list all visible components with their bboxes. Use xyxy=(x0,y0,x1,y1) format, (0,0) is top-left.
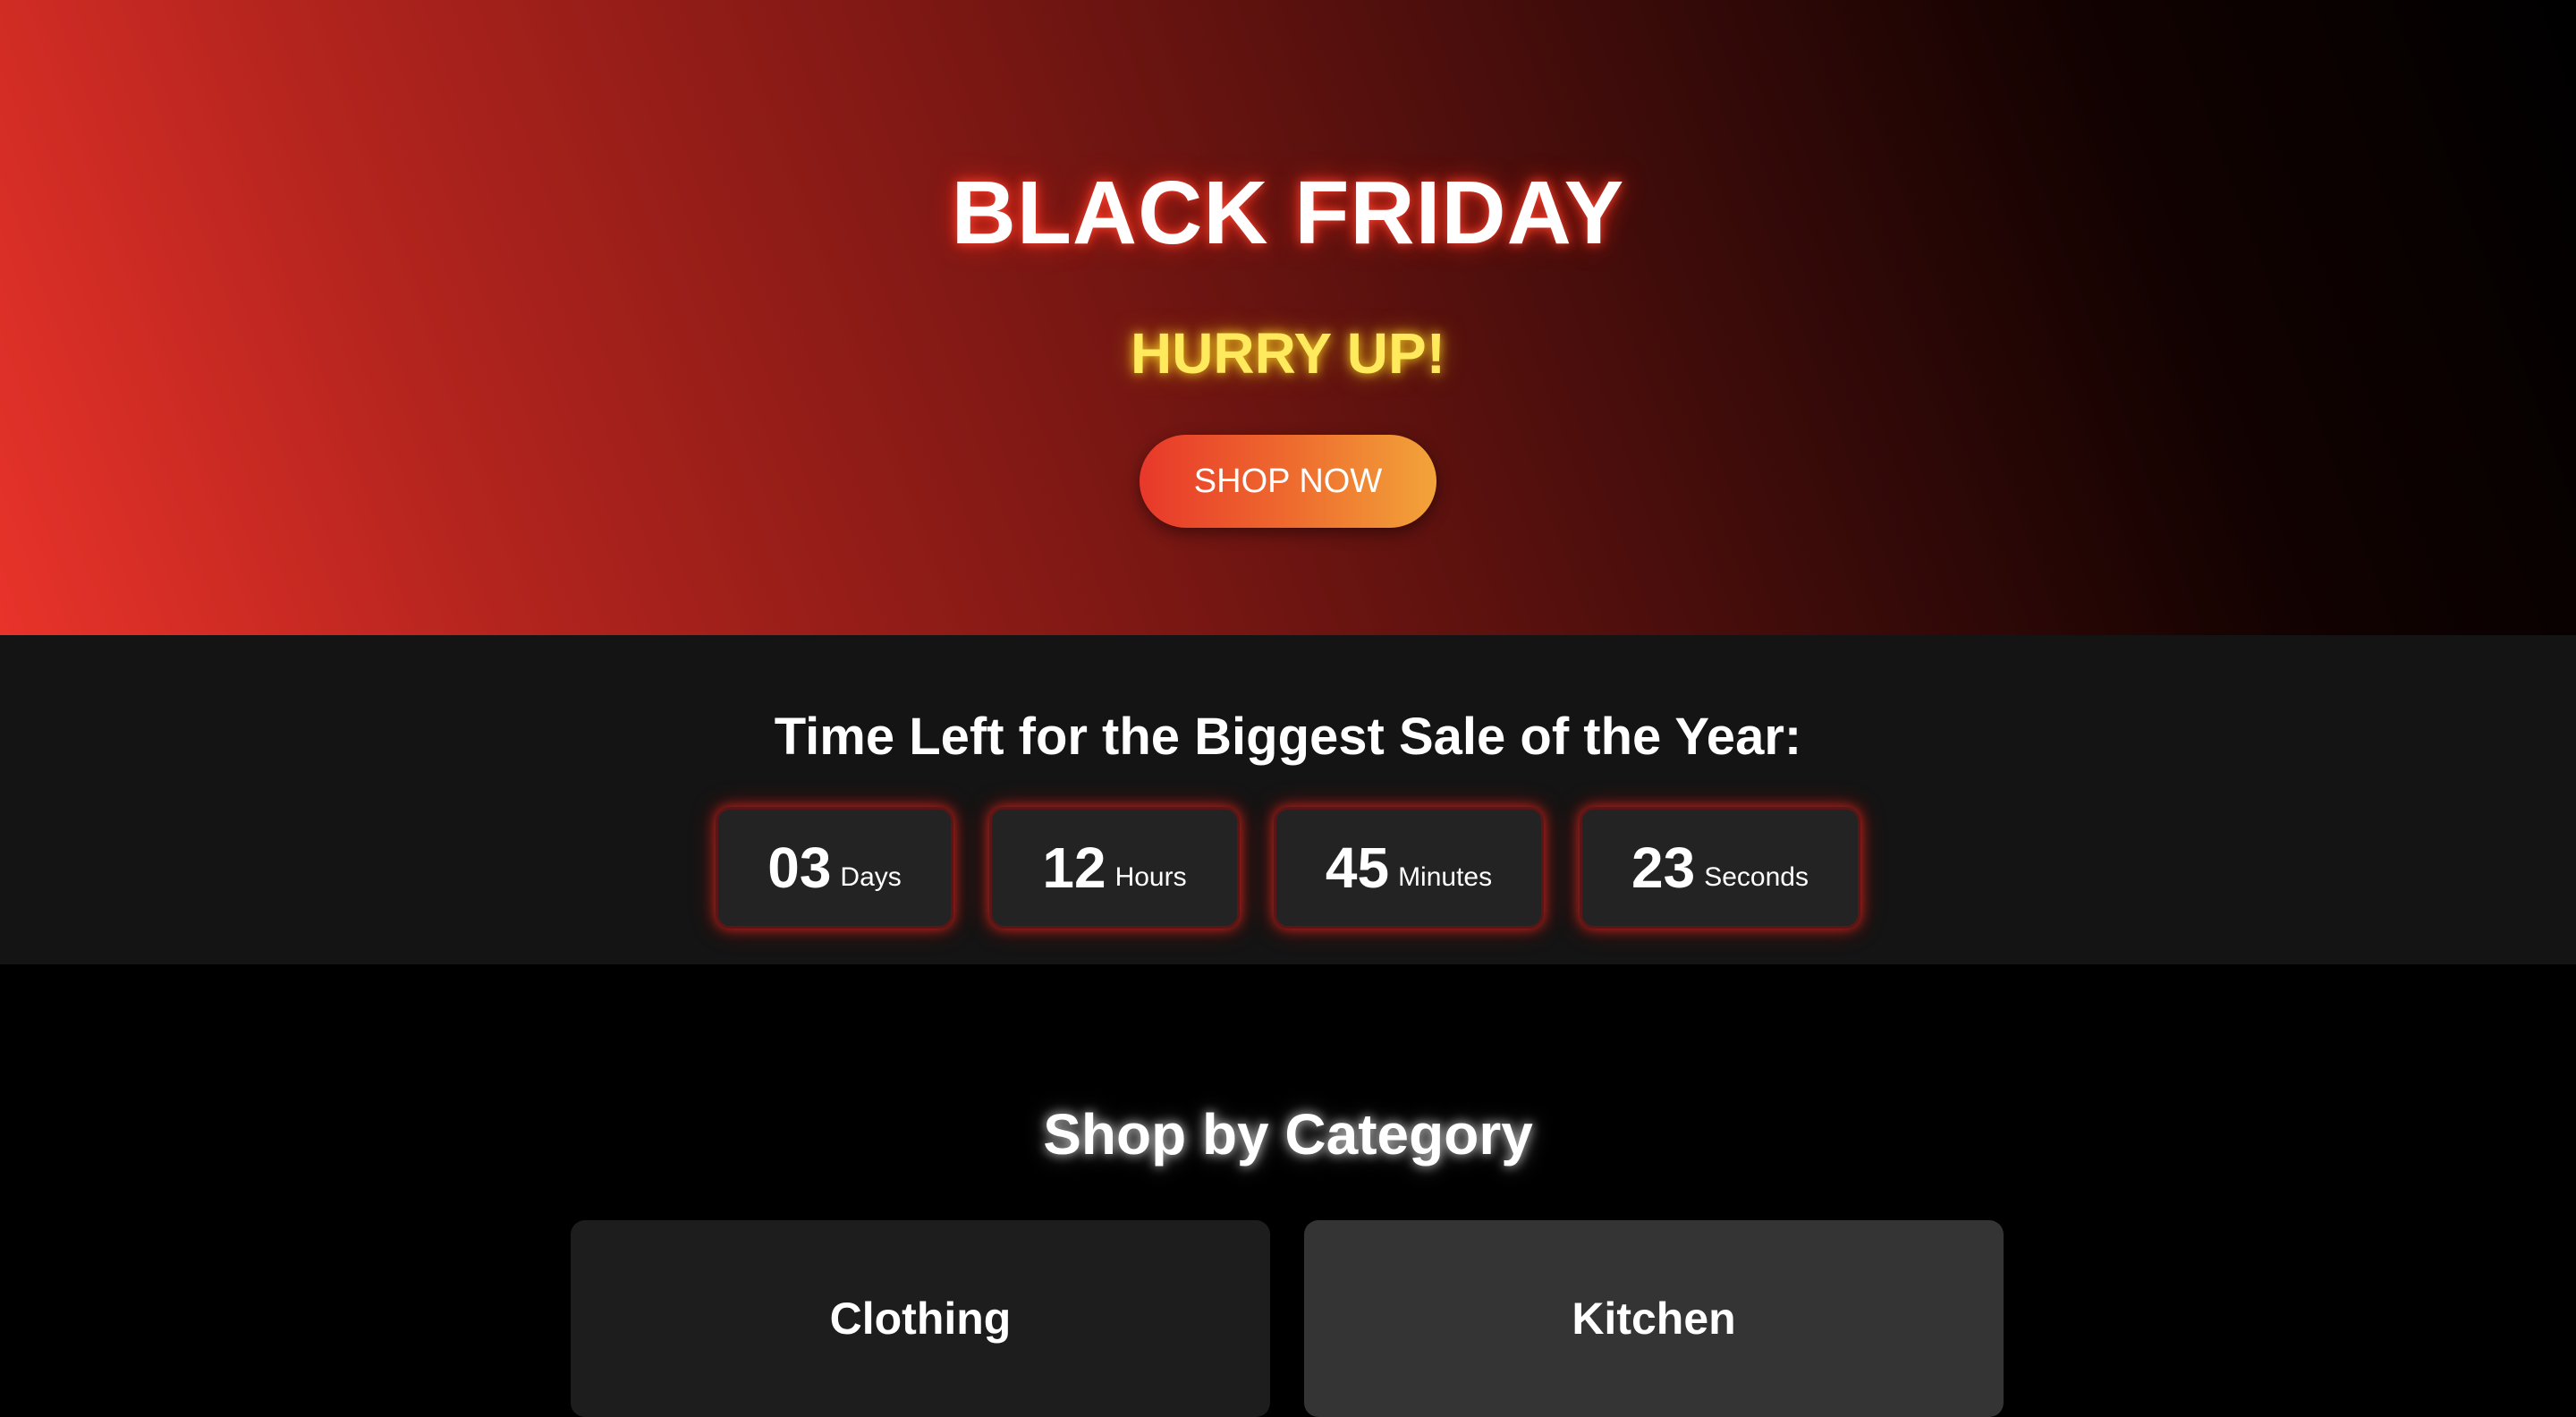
shop-now-button[interactable]: SHOP NOW xyxy=(1140,435,1436,528)
countdown-seconds-label: Seconds xyxy=(1704,862,1809,892)
categories-section: Shop by Category Clothing Kitchen xyxy=(0,964,2576,1417)
countdown-hours-box: 12 Hours xyxy=(989,807,1240,929)
hero-subtitle: HURRY UP! xyxy=(1130,321,1446,386)
category-card-clothing[interactable]: Clothing xyxy=(571,1220,1270,1417)
category-label-clothing: Clothing xyxy=(829,1294,1012,1344)
countdown-title: Time Left for the Biggest Sale of the Ye… xyxy=(774,708,1802,766)
hero-banner: BLACK FRIDAY HURRY UP! SHOP NOW xyxy=(0,0,2576,635)
countdown-minutes-box: 45 Minutes xyxy=(1274,807,1544,929)
countdown-hours-label: Hours xyxy=(1114,862,1187,892)
category-card-kitchen[interactable]: Kitchen xyxy=(1304,1220,2004,1417)
countdown-minutes-label: Minutes xyxy=(1398,862,1493,892)
countdown-section: Time Left for the Biggest Sale of the Ye… xyxy=(0,635,2576,964)
categories-title: Shop by Category xyxy=(1043,1102,1533,1167)
countdown-days-value: 03 xyxy=(767,836,832,900)
countdown-seconds-value: 23 xyxy=(1631,836,1696,900)
hero-title: BLACK FRIDAY xyxy=(951,163,1625,263)
countdown-hours-value: 12 xyxy=(1042,836,1106,900)
countdown-days-label: Days xyxy=(840,862,902,892)
countdown-seconds-box: 23 Seconds xyxy=(1580,807,1860,929)
countdown-minutes-value: 45 xyxy=(1325,836,1390,900)
countdown-days-box: 03 Days xyxy=(716,807,953,929)
category-label-kitchen: Kitchen xyxy=(1572,1294,1736,1344)
